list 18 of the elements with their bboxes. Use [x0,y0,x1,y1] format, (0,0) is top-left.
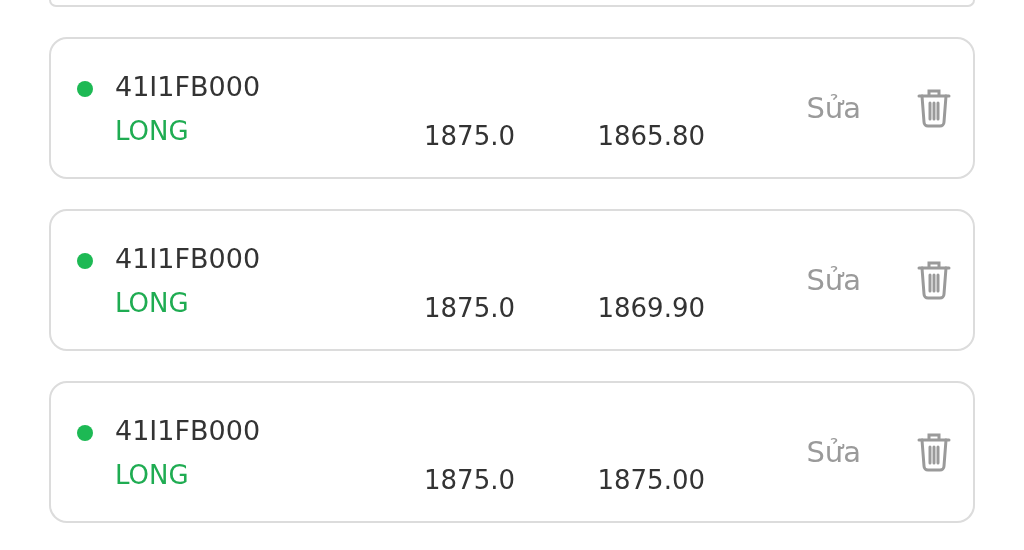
trash-icon[interactable] [917,260,951,300]
symbol-text: 41I1FB000 [115,414,262,446]
side-text: LONG [115,459,190,490]
trash-icon[interactable] [917,432,951,472]
price-text: 1875.0 [424,121,515,151]
edit-button[interactable]: Sửa [806,91,861,125]
side-text: LONG [115,115,190,146]
side-text: LONG [115,287,190,318]
price-text: 1875.0 [424,465,515,495]
symbol-text: 41I1FB000 [115,70,262,102]
edit-button[interactable]: Sửa [806,435,861,469]
price-text: 1875.00 [597,465,705,495]
price-text: 1875.0 [424,293,515,323]
price-text: 1869.90 [597,293,705,323]
price-text: 1865.80 [597,121,705,151]
symbol-text: 41I1FB000 [115,242,262,274]
edit-button[interactable]: Sửa [806,263,861,297]
trash-icon[interactable] [917,88,951,128]
